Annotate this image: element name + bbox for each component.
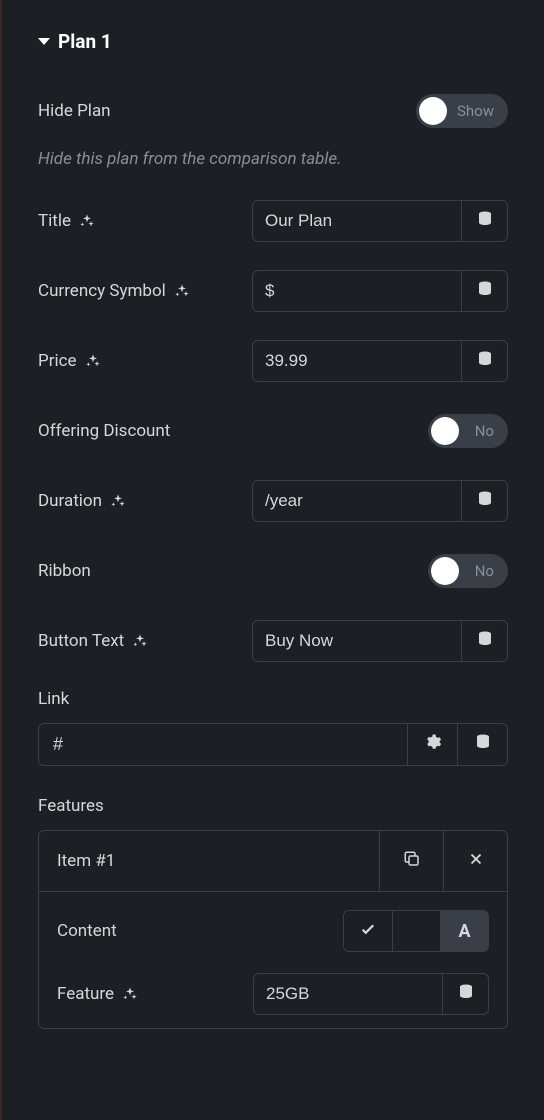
content-type-text[interactable]: A — [440, 911, 488, 951]
toggle-label: No — [475, 422, 494, 440]
toggle-label: Show — [457, 102, 494, 120]
features-section: Features Item #1 Content — [38, 796, 508, 1029]
offering-discount-row: Offering Discount No — [38, 409, 508, 453]
title-input-group — [252, 200, 508, 242]
price-row: Price — [38, 339, 508, 383]
price-dynamic-button[interactable] — [462, 340, 508, 382]
database-icon — [457, 983, 475, 1006]
ribbon-toggle[interactable]: No — [428, 554, 508, 588]
feature-value-row: Feature — [57, 972, 489, 1016]
feature-item-body: Content A Feature — [39, 892, 507, 1028]
close-icon — [467, 850, 485, 873]
feature-value-dynamic-button[interactable] — [443, 973, 489, 1015]
features-label: Features — [38, 796, 508, 816]
link-dynamic-button[interactable] — [458, 723, 508, 766]
ribbon-label: Ribbon — [38, 561, 91, 581]
copy-icon — [403, 850, 421, 873]
link-settings-button[interactable] — [408, 723, 458, 766]
section-header[interactable]: Plan 1 — [38, 30, 508, 53]
feature-value-input-group — [253, 973, 489, 1015]
database-icon — [476, 490, 494, 513]
hide-plan-toggle[interactable]: Show — [416, 94, 508, 128]
sparkle-icon — [132, 633, 148, 649]
database-icon — [476, 210, 494, 233]
ribbon-row: Ribbon No — [38, 549, 508, 593]
feature-value-label: Feature — [57, 984, 138, 1004]
content-type-toggle: A — [343, 910, 489, 952]
feature-duplicate-button[interactable] — [379, 831, 443, 891]
hide-plan-description: Hide this plan from the comparison table… — [38, 149, 508, 169]
offering-discount-label: Offering Discount — [38, 421, 170, 441]
price-label: Price — [38, 351, 101, 371]
content-row: Content A — [57, 910, 489, 952]
duration-input-group — [252, 480, 508, 522]
button-text-input-group — [252, 620, 508, 662]
content-type-check[interactable] — [344, 911, 392, 951]
link-input[interactable] — [38, 723, 408, 766]
check-icon — [359, 920, 377, 943]
currency-symbol-row: Currency Symbol — [38, 269, 508, 313]
link-label: Link — [38, 689, 508, 709]
duration-dynamic-button[interactable] — [462, 480, 508, 522]
content-label: Content — [57, 921, 117, 941]
title-row: Title — [38, 199, 508, 243]
database-icon — [476, 350, 494, 373]
toggle-label: No — [475, 562, 494, 580]
currency-symbol-input-group — [252, 270, 508, 312]
database-icon — [476, 630, 494, 653]
toggle-knob — [431, 557, 459, 585]
section-title: Plan 1 — [58, 30, 112, 53]
price-input[interactable] — [252, 340, 462, 382]
database-icon — [476, 280, 494, 303]
collapse-triangle-icon — [38, 38, 50, 45]
button-text-row: Button Text — [38, 619, 508, 663]
hide-plan-row: Hide Plan Show — [38, 89, 508, 133]
toggle-knob — [419, 97, 447, 125]
duration-input[interactable] — [252, 480, 462, 522]
button-text-label: Button Text — [38, 631, 148, 651]
sparkle-icon — [85, 353, 101, 369]
sparkle-icon — [174, 283, 190, 299]
currency-symbol-dynamic-button[interactable] — [462, 270, 508, 312]
feature-item-header: Item #1 — [39, 831, 507, 892]
link-row: Link — [38, 689, 508, 766]
title-label: Title — [38, 211, 95, 231]
currency-symbol-label: Currency Symbol — [38, 281, 190, 301]
features-box: Item #1 Content — [38, 830, 508, 1029]
button-text-input[interactable] — [252, 620, 462, 662]
title-input[interactable] — [252, 200, 462, 242]
title-dynamic-button[interactable] — [462, 200, 508, 242]
link-input-group — [38, 723, 508, 766]
currency-symbol-input[interactable] — [252, 270, 462, 312]
hide-plan-label: Hide Plan — [38, 101, 111, 121]
sparkle-icon — [110, 493, 126, 509]
database-icon — [474, 733, 492, 756]
feature-delete-button[interactable] — [443, 831, 507, 891]
toggle-knob — [431, 417, 459, 445]
text-format-icon: A — [458, 921, 470, 942]
price-input-group — [252, 340, 508, 382]
sparkle-icon — [79, 213, 95, 229]
button-text-dynamic-button[interactable] — [462, 620, 508, 662]
duration-label: Duration — [38, 491, 126, 511]
feature-item-name[interactable]: Item #1 — [39, 831, 379, 891]
duration-row: Duration — [38, 479, 508, 523]
sparkle-icon — [122, 986, 138, 1002]
offering-discount-toggle[interactable]: No — [428, 414, 508, 448]
feature-value-input[interactable] — [253, 973, 443, 1015]
gear-icon — [424, 733, 442, 756]
content-type-blank[interactable] — [392, 911, 440, 951]
